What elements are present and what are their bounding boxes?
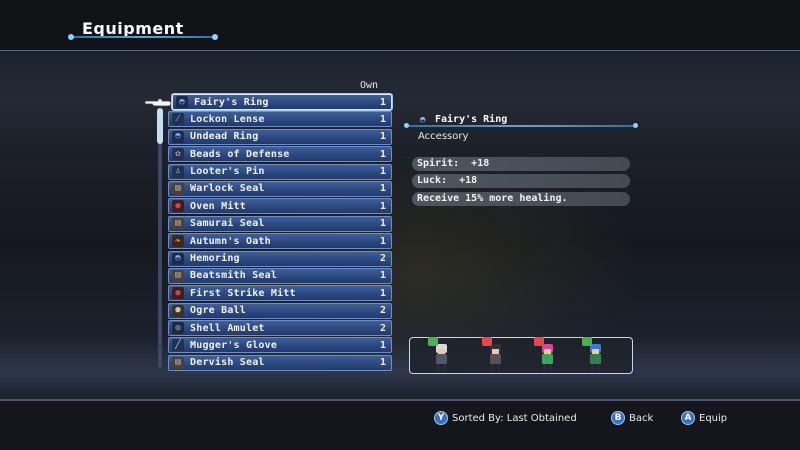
- item-count: 1: [379, 113, 386, 125]
- leaf-icon: ❧: [172, 235, 184, 248]
- equipment-list: ◓ Fairy's Ring 1 ⁄ Lockon Lense 1 ◓ Undead Ring…: [168, 94, 392, 372]
- list-item[interactable]: ● First Strike Mitt 1: [168, 285, 392, 302]
- item-name: Ogre Ball: [190, 305, 246, 317]
- ring-icon: ◓: [172, 130, 184, 143]
- list-item[interactable]: ▤ Dervish Seal 1: [168, 354, 392, 371]
- list-item[interactable]: ▤ Samurai Seal 1: [168, 215, 392, 232]
- item-count: 1: [379, 339, 386, 351]
- mitt-icon: ●: [172, 200, 184, 213]
- list-item[interactable]: ♙ Looter's Pin 1: [168, 163, 392, 180]
- item-count: 1: [379, 148, 386, 160]
- detail-underline: [404, 123, 638, 128]
- back-label: Back: [629, 412, 654, 424]
- ball-icon: ●: [172, 304, 184, 317]
- party-member-sprite: [482, 337, 506, 374]
- b-button-icon: B: [611, 411, 625, 425]
- list-item[interactable]: ◓ Fairy's Ring 1: [172, 94, 392, 110]
- party-member-sprite: [582, 337, 606, 374]
- ring-icon: ◓: [176, 96, 188, 108]
- list-item[interactable]: ❧ Autumn's Oath 1: [168, 233, 392, 250]
- list-item[interactable]: ● Oven Mitt 1: [168, 198, 392, 215]
- stat-down-icon: [482, 337, 492, 346]
- ring-icon: ◓: [420, 114, 426, 125]
- item-count: 1: [379, 287, 386, 299]
- item-count: 1: [379, 200, 386, 212]
- glove-icon: ╱: [172, 339, 184, 352]
- list-item[interactable]: ⁄ Lockon Lense 1: [168, 111, 392, 128]
- list-item[interactable]: ╱ Mugger's Glove 1: [168, 337, 392, 354]
- item-name: Beatsmith Seal: [190, 270, 278, 282]
- item-count: 1: [379, 218, 386, 230]
- scrollbar-track[interactable]: [158, 108, 162, 368]
- item-name: Mugger's Glove: [190, 339, 278, 351]
- item-name: Warlock Seal: [190, 183, 265, 195]
- item-name: Shell Amulet: [190, 322, 265, 334]
- pin-icon: ♙: [172, 165, 184, 178]
- item-count: 1: [379, 183, 386, 195]
- lens-icon: ⁄: [172, 113, 184, 126]
- stat-healing: Receive 15% more healing.: [412, 192, 630, 206]
- mitt-icon: ●: [172, 287, 184, 300]
- seal-icon: ▤: [172, 356, 184, 369]
- item-count: 1: [379, 235, 386, 247]
- list-item[interactable]: ▤ Beatsmith Seal 1: [168, 267, 392, 284]
- list-item[interactable]: ◓ Hemoring 2: [168, 250, 392, 267]
- list-item[interactable]: ✿ Beads of Defense 1: [168, 146, 392, 163]
- item-count: 1: [379, 166, 386, 178]
- item-name: Undead Ring: [190, 131, 259, 143]
- party-member-sprite: [428, 337, 452, 374]
- item-name: Fairy's Ring: [194, 96, 269, 108]
- list-item[interactable]: ◓ Undead Ring 1: [168, 128, 392, 145]
- y-button-icon: Y: [434, 411, 448, 425]
- background-dim: [0, 50, 800, 400]
- seal-icon: ▤: [172, 217, 184, 230]
- title-underline: [68, 34, 218, 40]
- item-name: Looter's Pin: [190, 166, 265, 178]
- stat-down-icon: [534, 337, 544, 346]
- party-preview: [409, 337, 633, 374]
- scrollbar-thumb[interactable]: [157, 108, 163, 144]
- detail-item-type: Accessory: [418, 131, 469, 142]
- equip-hint[interactable]: A Equip: [681, 411, 727, 425]
- item-count: 2: [379, 305, 386, 317]
- item-name: Hemoring: [190, 253, 240, 265]
- back-hint[interactable]: B Back: [611, 411, 653, 425]
- item-count: 2: [379, 322, 386, 334]
- sort-hint[interactable]: Y Sorted By: Last Obtained: [434, 411, 577, 425]
- seal-icon: ▤: [172, 269, 184, 282]
- list-item[interactable]: ▤ Warlock Seal 1: [168, 180, 392, 197]
- detail-title: ◓ Fairy's Ring: [420, 114, 507, 125]
- divider-top: [0, 50, 800, 51]
- item-name: Autumn's Oath: [190, 235, 271, 247]
- sort-label: Sorted By: Last Obtained: [452, 412, 577, 424]
- party-member-sprite: [534, 337, 558, 374]
- item-name: Beads of Defense: [190, 148, 290, 160]
- item-name: Oven Mitt: [190, 200, 246, 212]
- list-item[interactable]: ● Ogre Ball 2: [168, 302, 392, 319]
- stat-spirit: Spirit: +18: [412, 157, 630, 171]
- detail-item-name: Fairy's Ring: [435, 114, 508, 125]
- item-count: 1: [379, 357, 386, 369]
- list-item[interactable]: ◍ Shell Amulet 2: [168, 320, 392, 337]
- item-count: 1: [379, 96, 386, 108]
- equip-label: Equip: [699, 412, 728, 424]
- stat-up-icon: [428, 337, 438, 346]
- item-count: 1: [379, 270, 386, 282]
- stat-luck: Luck: +18: [412, 174, 630, 188]
- beads-icon: ✿: [172, 148, 184, 161]
- item-count: 2: [379, 253, 386, 265]
- seal-icon: ▤: [172, 182, 184, 195]
- ring-icon: ◓: [172, 252, 184, 265]
- item-count: 1: [379, 131, 386, 143]
- amulet-icon: ◍: [172, 322, 184, 335]
- own-column-header: Own: [360, 80, 379, 91]
- stat-up-icon: [582, 337, 592, 346]
- a-button-icon: A: [681, 411, 695, 425]
- item-name: First Strike Mitt: [190, 287, 296, 299]
- item-name: Lockon Lense: [190, 113, 265, 125]
- footer-bar: [0, 401, 800, 450]
- item-name: Dervish Seal: [190, 357, 265, 369]
- item-name: Samurai Seal: [190, 218, 265, 230]
